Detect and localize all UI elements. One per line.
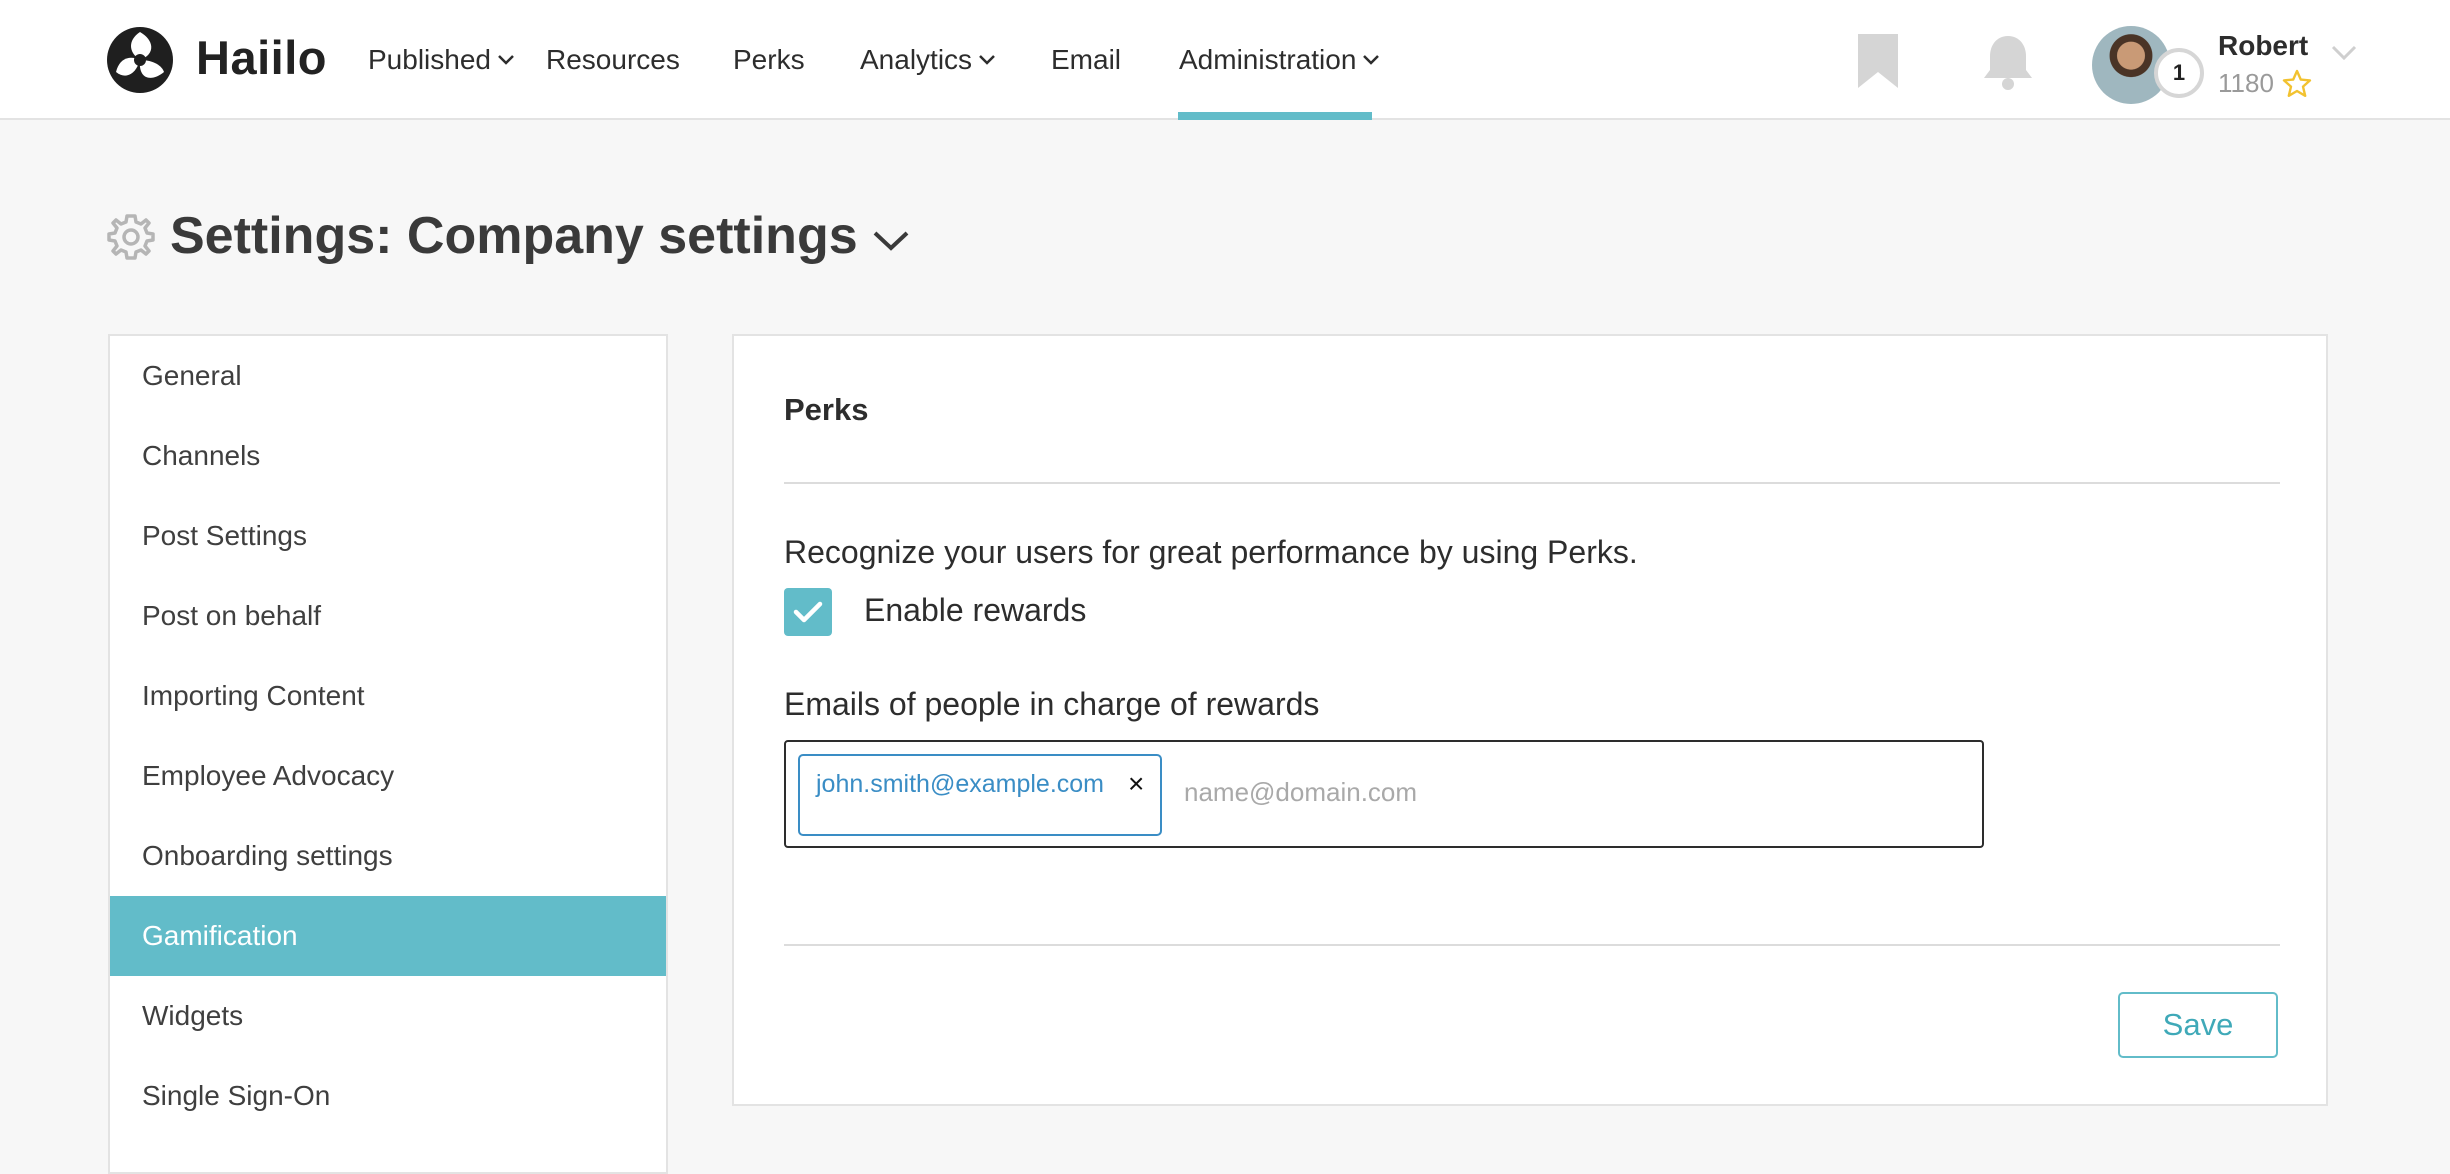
- chevron-down-icon[interactable]: [2330, 44, 2358, 62]
- user-name[interactable]: Robert: [2218, 30, 2308, 62]
- sidebar-item-post-settings[interactable]: Post Settings: [110, 496, 666, 576]
- sidebar-item-post-on-behalf[interactable]: Post on behalf: [110, 576, 666, 656]
- sidebar-item-importing-content[interactable]: Importing Content: [110, 656, 666, 736]
- star-icon: [2282, 69, 2312, 97]
- points-value: 1180: [2218, 68, 2274, 98]
- nav-perks[interactable]: Perks: [733, 44, 805, 76]
- top-navigation-bar: Haiilo Published Resources Perks Analyti…: [0, 0, 2450, 120]
- perks-settings-card: Perks Recognize your users for great per…: [732, 334, 2328, 1106]
- nav-label: Analytics: [860, 44, 973, 75]
- sidebar-item-channels[interactable]: Channels: [110, 416, 666, 496]
- card-title: Perks: [784, 392, 869, 427]
- gear-icon: [107, 214, 155, 260]
- haiilo-logo-icon[interactable]: [106, 26, 174, 94]
- nav-analytics[interactable]: Analytics: [860, 44, 996, 76]
- page-title-text: Settings: Company settings: [170, 207, 858, 265]
- nav-email[interactable]: Email: [1051, 44, 1121, 76]
- chevron-down-icon: [979, 55, 995, 65]
- chevron-down-icon: [1363, 55, 1380, 65]
- nav-label: Email: [1051, 44, 1122, 75]
- bookmark-icon[interactable]: [1856, 32, 1900, 90]
- nav-published[interactable]: Published: [368, 44, 515, 76]
- enable-rewards-label[interactable]: Enable rewards: [864, 592, 1086, 629]
- level-badge: 1: [2154, 48, 2204, 98]
- sidebar-item-general[interactable]: General: [110, 336, 666, 416]
- bell-icon[interactable]: [1980, 32, 2036, 92]
- divider: [784, 482, 2280, 484]
- user-points: 1180: [2218, 68, 2312, 99]
- sidebar-item-employee-advocacy[interactable]: Employee Advocacy: [110, 736, 666, 816]
- sidebar-item-gamification[interactable]: Gamification: [110, 896, 666, 976]
- emails-field[interactable]: john.smith@example.com ×: [784, 740, 1984, 848]
- sidebar-item-single-sign-on[interactable]: Single Sign-On: [110, 1056, 666, 1136]
- nav-administration[interactable]: Administration: [1179, 44, 1380, 76]
- nav-label: Administration: [1179, 44, 1357, 75]
- checkmark-icon: [793, 601, 823, 623]
- settings-sidebar: General Channels Post Settings Post on b…: [108, 334, 668, 1174]
- email-chip-text: john.smith@example.com: [816, 770, 1104, 798]
- nav-resources[interactable]: Resources: [546, 44, 680, 76]
- perks-description: Recognize your users for great performan…: [784, 534, 1638, 570]
- enable-rewards-checkbox[interactable]: [784, 588, 832, 636]
- page-title[interactable]: Settings: Company settings: [170, 206, 910, 266]
- email-input[interactable]: [1182, 766, 1946, 818]
- divider: [784, 944, 2280, 946]
- save-button[interactable]: Save: [2118, 992, 2278, 1058]
- sidebar-item-onboarding-settings[interactable]: Onboarding settings: [110, 816, 666, 896]
- nav-label: Perks: [733, 44, 805, 75]
- emails-field-label: Emails of people in charge of rewards: [784, 686, 1320, 722]
- nav-active-indicator: [1178, 112, 1372, 120]
- close-icon[interactable]: ×: [1128, 768, 1144, 800]
- email-chip: john.smith@example.com ×: [798, 754, 1162, 836]
- sidebar-item-widgets[interactable]: Widgets: [110, 976, 666, 1056]
- chevron-down-icon: [498, 55, 514, 65]
- brand-name[interactable]: Haiilo: [196, 30, 327, 85]
- chevron-down-icon: [873, 231, 909, 251]
- nav-label: Published: [368, 44, 491, 75]
- nav-label: Resources: [546, 44, 680, 75]
